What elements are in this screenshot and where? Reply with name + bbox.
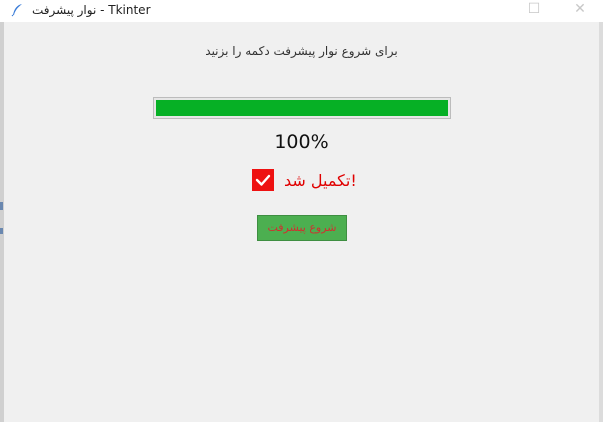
right-window-edge (599, 22, 603, 422)
check-icon (252, 169, 274, 191)
percent-label: 100% (274, 131, 329, 153)
instruction-label: برای شروع نوار پیشرفت دکمه را بزنید (205, 44, 398, 58)
progress-bar-fill (156, 100, 448, 116)
edge-marker (0, 228, 3, 234)
status-row: !تکمیل شد (252, 168, 357, 192)
left-window-edge (0, 22, 4, 422)
app-window: نوار پیشرفت - Tkinter ☐ ✕ برای شروع نوار… (0, 0, 603, 422)
title-bar[interactable]: نوار پیشرفت - Tkinter ☐ ✕ (0, 0, 603, 22)
progress-bar (153, 97, 451, 119)
feather-icon (10, 3, 24, 17)
maximize-button[interactable]: ☐ (514, 0, 554, 20)
completion-status-text: !تکمیل شد (284, 170, 357, 190)
edge-marker (0, 202, 3, 210)
start-progress-button[interactable]: شروع پیشرفت (257, 215, 347, 241)
close-button[interactable]: ✕ (560, 0, 600, 20)
window-title: نوار پیشرفت - Tkinter (32, 3, 151, 17)
